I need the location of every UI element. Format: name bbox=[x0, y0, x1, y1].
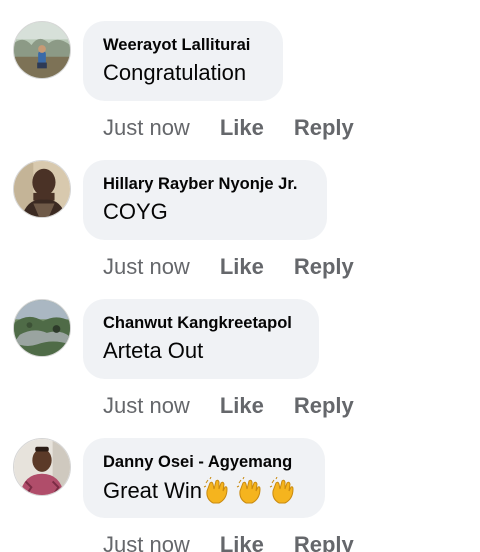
comment-timestamp[interactable]: Just now bbox=[103, 532, 190, 552]
avatar[interactable] bbox=[13, 21, 71, 79]
avatar[interactable] bbox=[13, 299, 71, 357]
comment-author[interactable]: Weerayot Lalliturai bbox=[103, 36, 250, 55]
comment-actions: Just now Like Reply bbox=[103, 531, 354, 552]
comment-author[interactable]: Chanwut Kangkreetapol bbox=[103, 314, 292, 333]
avatar[interactable] bbox=[13, 160, 71, 218]
comment-text-content: COYG bbox=[103, 199, 168, 224]
comment-text: Great Win bbox=[103, 477, 302, 505]
comment-bubble: Chanwut Kangkreetapol Arteta Out bbox=[83, 299, 319, 379]
comment-item: Danny Osei - Agyemang Great Win Just now… bbox=[0, 438, 480, 552]
avatar-photo bbox=[14, 439, 70, 495]
comment-bubble: Danny Osei - Agyemang Great Win bbox=[83, 438, 325, 518]
comment-timestamp[interactable]: Just now bbox=[103, 254, 190, 280]
avatar-photo bbox=[14, 161, 70, 217]
comment-text: Congratulation bbox=[103, 60, 246, 86]
reply-button[interactable]: Reply bbox=[294, 115, 354, 141]
comment-item: Chanwut Kangkreetapol Arteta Out Just no… bbox=[0, 299, 480, 438]
comment-text-content: Arteta Out bbox=[103, 338, 204, 363]
like-button[interactable]: Like bbox=[220, 532, 264, 552]
emoji-row bbox=[203, 477, 302, 505]
comment-text-content: Great Win bbox=[103, 478, 203, 503]
comment-text: Arteta Out bbox=[103, 338, 203, 364]
like-button[interactable]: Like bbox=[220, 254, 264, 280]
reply-button[interactable]: Reply bbox=[294, 254, 354, 280]
comment-timestamp[interactable]: Just now bbox=[103, 393, 190, 419]
comment-timestamp[interactable]: Just now bbox=[103, 115, 190, 141]
comment-author[interactable]: Hillary Rayber Nyonje Jr. bbox=[103, 175, 297, 194]
avatar[interactable] bbox=[13, 438, 71, 496]
comment-item: Hillary Rayber Nyonje Jr. COYG Just now … bbox=[0, 160, 480, 299]
comment-actions: Just now Like Reply bbox=[103, 253, 354, 281]
comment-bubble: Hillary Rayber Nyonje Jr. COYG bbox=[83, 160, 327, 240]
comment-thread: Weerayot Lalliturai Congratulation Just … bbox=[0, 0, 480, 552]
avatar-photo bbox=[14, 22, 70, 78]
reply-button[interactable]: Reply bbox=[294, 532, 354, 552]
comment-text: COYG bbox=[103, 199, 168, 225]
avatar-photo bbox=[14, 300, 70, 356]
clapping-hands-icon bbox=[203, 477, 233, 505]
comment-actions: Just now Like Reply bbox=[103, 392, 354, 420]
clapping-hands-icon bbox=[236, 477, 266, 505]
comment-item: Weerayot Lalliturai Congratulation Just … bbox=[0, 21, 480, 160]
comment-actions: Just now Like Reply bbox=[103, 114, 354, 142]
comment-text-content: Congratulation bbox=[103, 60, 247, 85]
comment-bubble: Weerayot Lalliturai Congratulation bbox=[83, 21, 283, 101]
like-button[interactable]: Like bbox=[220, 115, 264, 141]
reply-button[interactable]: Reply bbox=[294, 393, 354, 419]
like-button[interactable]: Like bbox=[220, 393, 264, 419]
clapping-hands-icon bbox=[269, 477, 299, 505]
comment-author[interactable]: Danny Osei - Agyemang bbox=[103, 453, 292, 472]
